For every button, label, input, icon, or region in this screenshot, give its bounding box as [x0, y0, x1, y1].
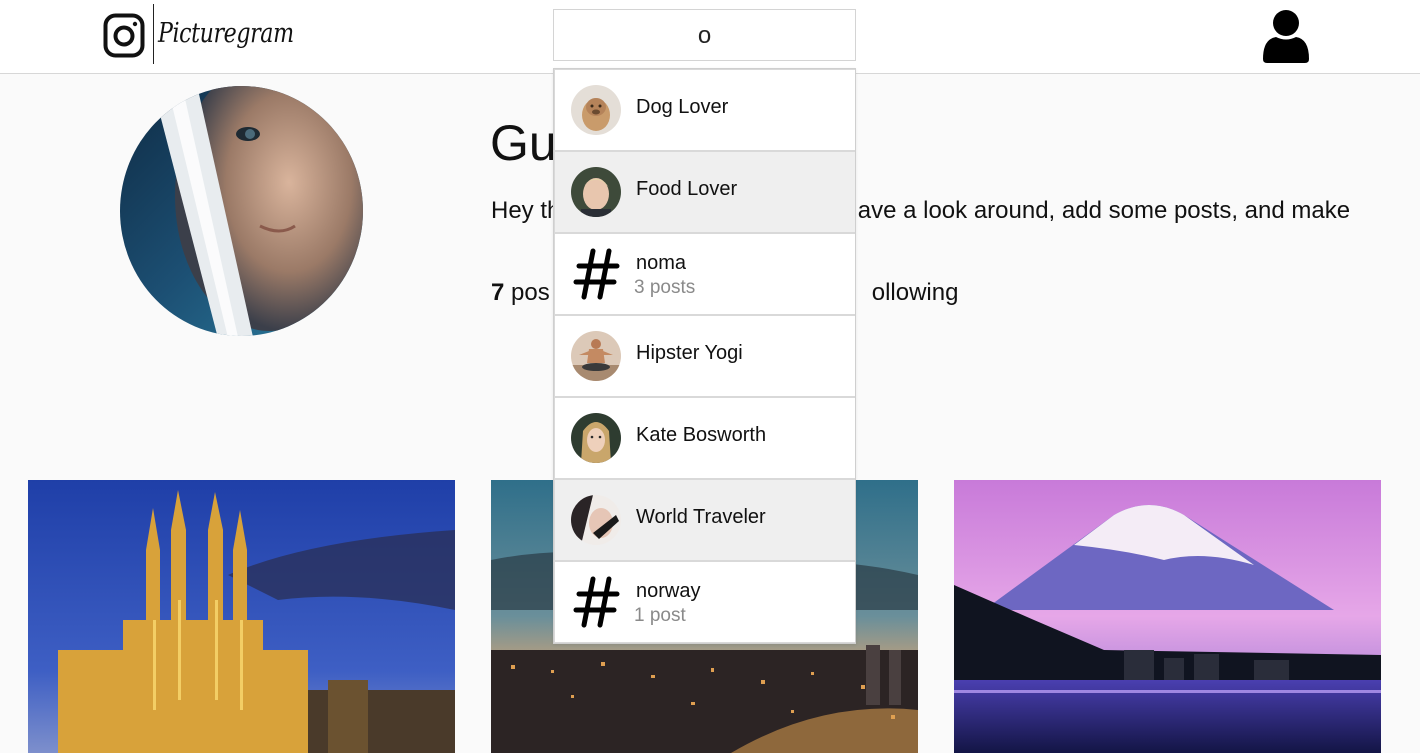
- posts-count: 7: [491, 279, 505, 306]
- hashtag-name: norway: [636, 580, 701, 602]
- mountain-photo: [954, 480, 1381, 753]
- posts-label[interactable]: pos: [504, 279, 550, 306]
- logo-divider: [153, 4, 154, 64]
- search-result-kate-bosworth[interactable]: Kate Bosworth: [555, 398, 855, 478]
- search-input[interactable]: [553, 9, 856, 61]
- hashtag-post-count: 3 posts: [634, 277, 696, 298]
- yogi-avatar-icon: [571, 331, 621, 381]
- top-navigation-bar: Picturegram: [0, 0, 1420, 74]
- search-result-food-lover[interactable]: Food Lover: [555, 152, 855, 232]
- kate-bosworth-avatar-icon: [571, 413, 621, 463]
- search-result-label: Dog Lover: [636, 96, 729, 118]
- hashtag-icon: [573, 576, 620, 628]
- search-result-label: Hipster Yogi: [636, 342, 743, 364]
- search-result-hashtag-noma[interactable]: noma 3 posts: [555, 234, 855, 314]
- search-result-label: World Traveler: [636, 506, 766, 528]
- profile-avatar: [120, 86, 363, 336]
- post-photo-3[interactable]: [954, 480, 1381, 753]
- search-result-hashtag-norway[interactable]: norway 1 post: [555, 562, 855, 642]
- food-lover-avatar-icon: [571, 167, 621, 217]
- hashtag-post-count: 1 post: [634, 605, 686, 626]
- search-result-label: Kate Bosworth: [636, 424, 767, 446]
- cathedral-photo: [28, 480, 455, 753]
- post-photo-1[interactable]: [28, 480, 455, 753]
- search-result-world-traveler[interactable]: World Traveler: [555, 480, 855, 560]
- instagram-logo-icon[interactable]: [103, 13, 145, 58]
- search-result-dog-lover[interactable]: Dog Lover: [555, 70, 855, 150]
- dog-avatar-icon: [571, 85, 621, 135]
- search-results-dropdown: Dog Lover Food Lover noma 3 posts Hipste…: [553, 68, 856, 644]
- search-result-label: Food Lover: [636, 178, 738, 200]
- profile-name: Gu: [490, 115, 557, 171]
- hashtag-icon: [573, 248, 620, 300]
- user-profile-icon[interactable]: [1261, 9, 1311, 63]
- following-label[interactable]: ollowing: [872, 279, 959, 306]
- brand-wordmark[interactable]: Picturegram: [158, 18, 294, 49]
- search-result-hipster-yogi[interactable]: Hipster Yogi: [555, 316, 855, 396]
- world-traveler-avatar-icon: [571, 495, 621, 545]
- hashtag-name: noma: [636, 252, 687, 274]
